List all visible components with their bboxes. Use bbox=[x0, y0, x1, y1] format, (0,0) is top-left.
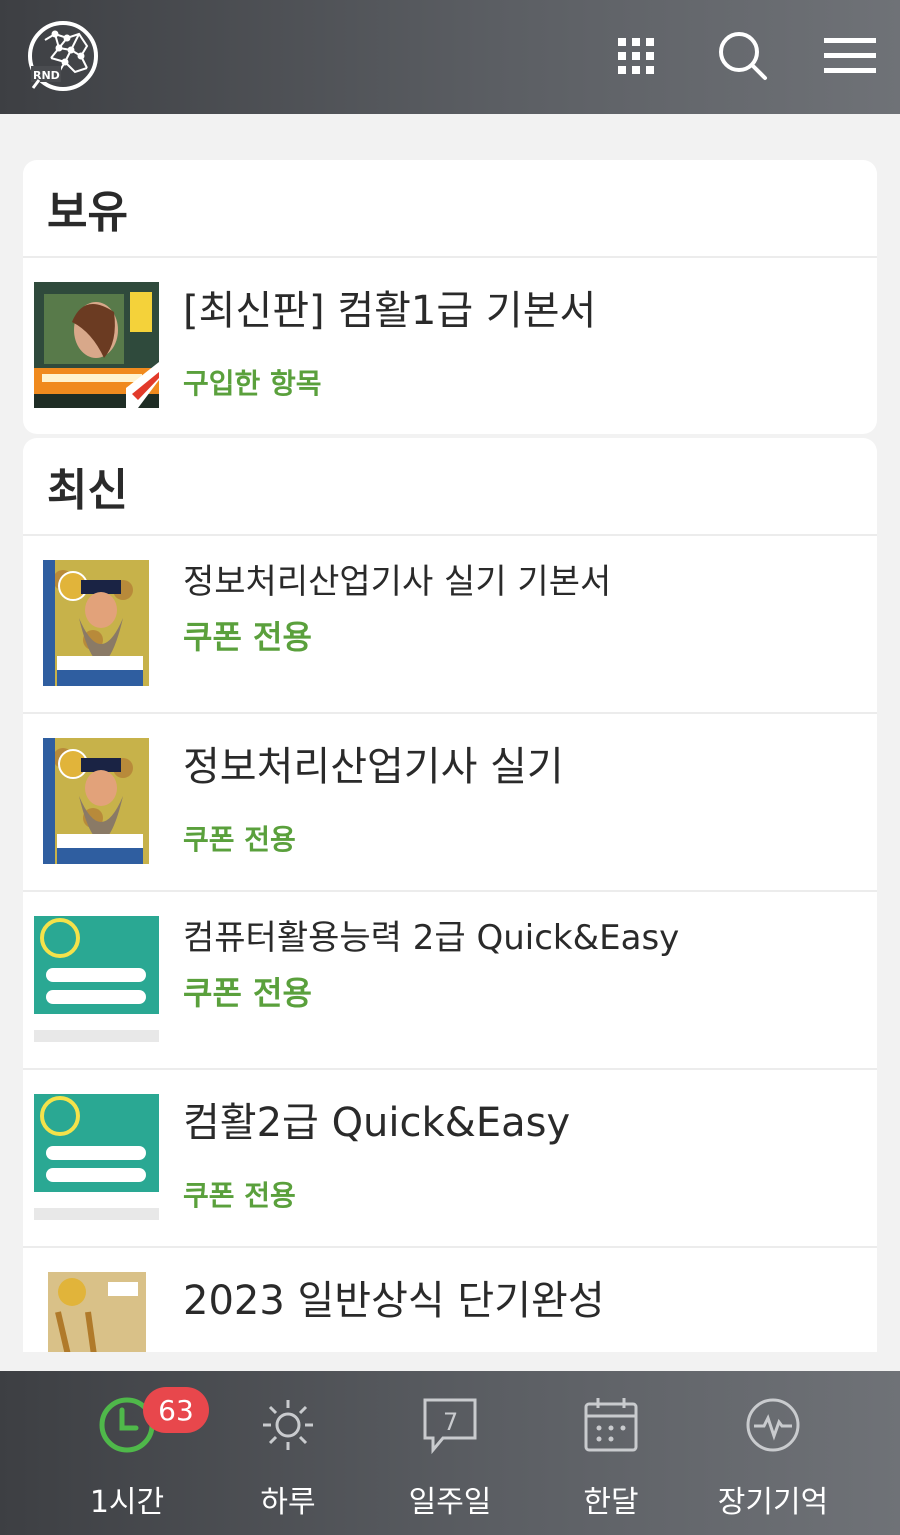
nav-1hour[interactable]: 1시간 63 bbox=[37, 1371, 217, 1535]
list-item[interactable]: 컴활2급 Quick&Easy 쿠폰 전용 bbox=[23, 1070, 877, 1248]
owned-section-title: 보유 bbox=[23, 160, 877, 258]
item-title: 2023 일반상식 단기완성 bbox=[183, 1278, 605, 1324]
latest-section-title: 최신 bbox=[23, 438, 877, 536]
item-status: 쿠폰 전용 bbox=[183, 974, 312, 1012]
nav-label: 하루 bbox=[260, 1485, 316, 1520]
pulse-circle-icon bbox=[741, 1393, 805, 1457]
list-item[interactable]: [최신판] 컴활1급 기본서 구입한 항목 bbox=[23, 258, 877, 434]
apps-grid-button[interactable] bbox=[606, 30, 666, 86]
bottom-nav: 1시간 63 하루 7 일주일 한달 장기기억 bbox=[0, 1371, 900, 1535]
nav-1week[interactable]: 7 일주일 bbox=[360, 1371, 540, 1535]
nav-label: 장기기억 bbox=[717, 1485, 829, 1520]
nav-label: 일주일 bbox=[408, 1485, 492, 1520]
latest-section: 최신 정보처리산업기사 실기 기본서 쿠폰 전용 정보처리산업기사 실기 쿠폰 … bbox=[23, 438, 877, 1352]
book-cover-thumbnail bbox=[34, 282, 159, 408]
svg-text:7: 7 bbox=[443, 1408, 458, 1436]
list-item[interactable]: 컴퓨터활용능력 2급 Quick&Easy 쿠폰 전용 bbox=[23, 892, 877, 1070]
item-title: [최신판] 컴활1급 기본서 bbox=[183, 288, 597, 334]
speech-bubble-7-icon: 7 bbox=[418, 1393, 482, 1457]
item-title: 컴활2급 Quick&Easy bbox=[183, 1100, 571, 1146]
book-cover-thumbnail bbox=[43, 738, 149, 864]
top-bar: RND bbox=[0, 0, 900, 114]
sun-icon bbox=[256, 1393, 320, 1457]
rnd-logo[interactable]: RND bbox=[25, 20, 101, 96]
list-item[interactable]: 2023 일반상식 단기완성 bbox=[23, 1248, 877, 1352]
search-button[interactable] bbox=[713, 30, 773, 86]
svg-text:RND: RND bbox=[33, 69, 60, 82]
book-cover-thumbnail bbox=[34, 916, 159, 1042]
nav-1month[interactable]: 한달 bbox=[521, 1371, 701, 1535]
item-status: 쿠폰 전용 bbox=[183, 1179, 296, 1212]
hamburger-menu-button[interactable] bbox=[820, 30, 880, 86]
hamburger-menu-icon bbox=[824, 36, 876, 80]
nav-long-term-memory[interactable]: 장기기억 bbox=[683, 1371, 863, 1535]
nav-label: 1시간 bbox=[89, 1485, 165, 1520]
list-item[interactable]: 정보처리산업기사 실기 기본서 쿠폰 전용 bbox=[23, 536, 877, 714]
book-cover-thumbnail bbox=[34, 1094, 159, 1220]
list-item[interactable]: 정보처리산업기사 실기 쿠폰 전용 bbox=[23, 714, 877, 892]
apps-grid-icon bbox=[616, 36, 656, 80]
item-title: 정보처리산업기사 실기 기본서 bbox=[183, 562, 612, 602]
owned-section: 보유 [최신판] 컴활1급 기본서 구입한 항목 bbox=[23, 160, 877, 434]
item-title: 컴퓨터활용능력 2급 Quick&Easy bbox=[183, 918, 680, 958]
content-list: 보유 [최신판] 컴활1급 기본서 구입한 항목 최신 정보처리산업기사 실기 … bbox=[23, 160, 877, 1352]
item-status: 쿠폰 전용 bbox=[183, 618, 312, 656]
item-status: 구입한 항목 bbox=[183, 367, 322, 400]
item-status: 쿠폰 전용 bbox=[183, 823, 296, 856]
nav-1day[interactable]: 하루 bbox=[198, 1371, 378, 1535]
book-cover-thumbnail bbox=[43, 560, 149, 686]
search-icon bbox=[717, 30, 769, 86]
nav-label: 한달 bbox=[583, 1485, 639, 1520]
item-title: 정보처리산업기사 실기 bbox=[183, 744, 564, 790]
calendar-icon bbox=[579, 1393, 643, 1457]
book-cover-thumbnail bbox=[48, 1272, 146, 1352]
